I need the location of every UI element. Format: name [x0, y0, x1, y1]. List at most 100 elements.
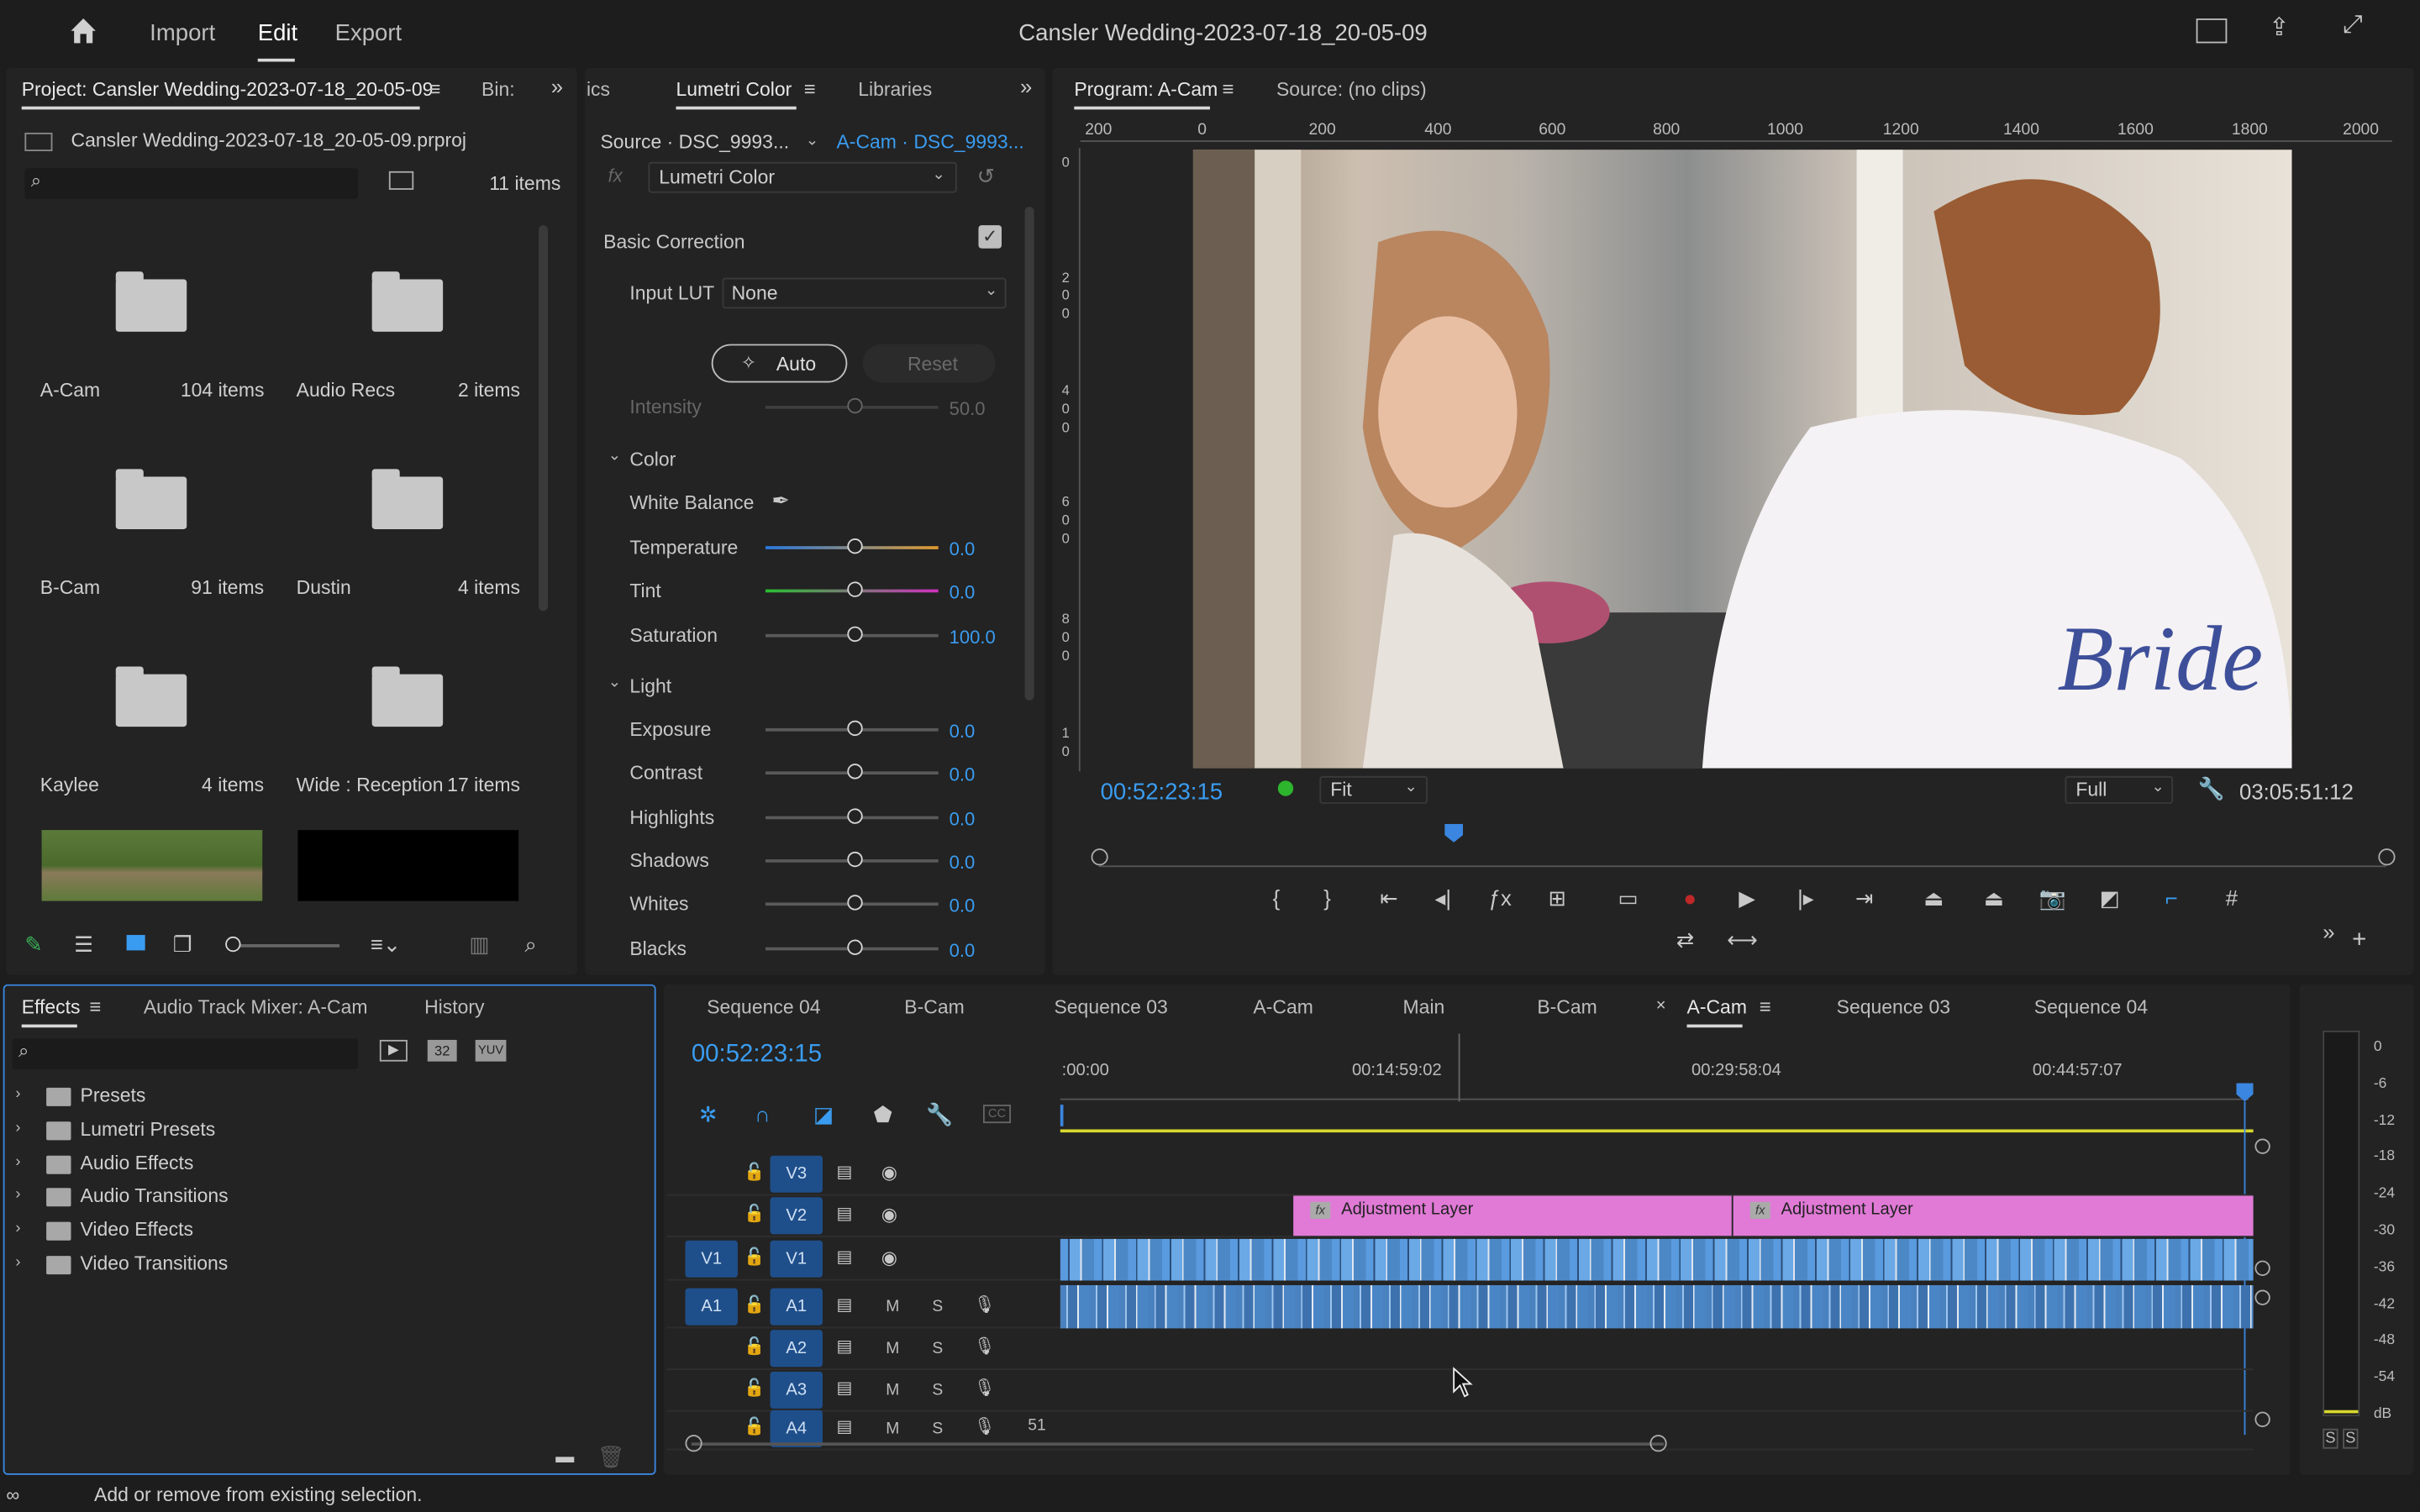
find-icon[interactable]	[388, 171, 414, 190]
expand-arrow-icon[interactable]: ›	[15, 1254, 20, 1271]
step-forward-icon[interactable]: |▸	[1791, 885, 1822, 911]
eye-icon[interactable]: ◉	[881, 1162, 897, 1184]
slider-value[interactable]: 100.0	[950, 626, 996, 648]
microphone-icon[interactable]: 🎙	[974, 1336, 996, 1356]
fx-toggle-icon[interactable]: ƒx	[1485, 885, 1516, 910]
safe-margins-icon[interactable]: ▭	[1612, 885, 1644, 911]
lumetri-menu-icon[interactable]: ≡	[804, 77, 816, 101]
effects-tree-item[interactable]: Video Effects	[81, 1219, 193, 1241]
more-tabs-icon[interactable]: »	[551, 74, 563, 98]
tab-project[interactable]: Project: Cansler Wedding-2023-07-18_20-0…	[22, 79, 434, 101]
effects-menu-icon[interactable]: ≡	[90, 995, 102, 1019]
solo-button[interactable]: S	[932, 1298, 943, 1316]
folder-icon[interactable]	[371, 469, 444, 529]
lock-icon[interactable]: 🔓	[744, 1294, 765, 1315]
tab-sequence[interactable]: B-Cam	[1537, 997, 1597, 1019]
zoom-slider-knob[interactable]	[225, 936, 241, 953]
microphone-icon[interactable]: 🎙	[974, 1294, 996, 1315]
a1-clips[interactable]	[1060, 1284, 2254, 1329]
play-icon[interactable]: ▶	[1732, 885, 1763, 911]
wrench-icon[interactable]: 🔧	[2197, 776, 2224, 802]
tab-source[interactable]: Source: (no clips)	[1276, 79, 1427, 101]
lock-icon[interactable]: 🔓	[744, 1416, 765, 1436]
solo-button-right[interactable]: S	[2343, 1428, 2359, 1449]
slider-knob[interactable]	[847, 938, 863, 954]
nav-import[interactable]: Import	[150, 20, 215, 46]
tab-audio-track-mixer[interactable]: Audio Track Mixer: A-Cam	[144, 997, 368, 1019]
expand-arrow-icon[interactable]: ›	[15, 1187, 20, 1204]
go-to-out-icon[interactable]: ⇥	[1849, 885, 1880, 911]
project-scrollbar[interactable]	[539, 225, 549, 612]
lock-icon[interactable]: 🔓	[744, 1336, 765, 1356]
mute-button[interactable]: M	[886, 1339, 899, 1357]
multicam-icon[interactable]: ⊞	[1542, 885, 1573, 911]
step-back-icon[interactable]: ◂|	[1428, 885, 1459, 911]
sequence-menu-icon[interactable]: ≡	[1760, 995, 1771, 1019]
microphone-icon[interactable]: 🎙	[974, 1378, 996, 1398]
effects-tree-item[interactable]: Lumetri Presets	[81, 1118, 216, 1140]
mute-button[interactable]: M	[886, 1420, 899, 1438]
close-tab-icon[interactable]: ×	[1656, 997, 1666, 1016]
vscroll-handle-4[interactable]	[2254, 1411, 2270, 1427]
icon-view-icon[interactable]	[126, 935, 145, 951]
captions-icon[interactable]: CC	[982, 1105, 1012, 1124]
slider-knob[interactable]	[847, 720, 863, 737]
find-small-icon[interactable]: ⌕	[524, 932, 536, 958]
add-button-icon[interactable]: +	[2352, 927, 2366, 955]
slider-value[interactable]: 0.0	[950, 808, 976, 830]
automate-icon[interactable]: ▥	[469, 932, 489, 958]
panel-menu-icon[interactable]: ≡	[429, 77, 441, 101]
slider-value[interactable]: 0.0	[950, 895, 976, 917]
expand-arrow-icon[interactable]: ›	[15, 1086, 20, 1103]
hscroll-left-handle[interactable]	[685, 1435, 702, 1452]
basic-correction-header[interactable]: Basic Correction	[603, 232, 744, 254]
eyedropper-icon[interactable]: ✒	[771, 487, 790, 513]
bin-name[interactable]: Audio Recs	[297, 380, 395, 402]
timeline-timecode[interactable]: 00:52:23:15	[692, 1042, 822, 1069]
vscroll-handle-3[interactable]	[2254, 1289, 2270, 1305]
share-icon[interactable]: ⇪	[2269, 13, 2290, 44]
folder-icon[interactable]	[371, 666, 444, 727]
track-target[interactable]: V2	[770, 1197, 823, 1235]
microphone-icon[interactable]: 🎙	[974, 1416, 996, 1436]
sync-lock-icon[interactable]: ▤	[836, 1247, 852, 1267]
sync-lock-icon[interactable]: ▤	[836, 1336, 852, 1356]
lift-icon[interactable]: ⏏	[1918, 885, 1949, 911]
grid-icon[interactable]: #	[2217, 885, 2248, 910]
effects-tree-item[interactable]: Presets	[81, 1084, 146, 1106]
add-marker-icon[interactable]: ⬟	[874, 1101, 892, 1127]
eye-icon[interactable]: ◉	[881, 1247, 897, 1268]
more-buttons-icon[interactable]: »	[2323, 920, 2334, 944]
slider-value[interactable]: 0.0	[950, 939, 976, 961]
track-target[interactable]: A4	[770, 1410, 823, 1447]
slider-value[interactable]: 0.0	[950, 582, 976, 604]
basic-correction-checkbox[interactable]: ✓	[978, 225, 1002, 249]
folder-icon[interactable]	[371, 271, 444, 332]
solo-button[interactable]: S	[932, 1339, 943, 1357]
slider-value[interactable]: 0.0	[950, 721, 976, 743]
video-frame[interactable]: Bride	[1192, 150, 2292, 769]
program-menu-icon[interactable]: ≡	[1223, 77, 1234, 101]
accelerated-effects-icon[interactable]: ▶	[379, 1039, 408, 1062]
lock-icon[interactable]: 🔓	[744, 1247, 765, 1267]
source-dropdown-icon[interactable]: ⌄	[806, 133, 818, 150]
tab-sequence[interactable]: Main	[1403, 997, 1445, 1019]
reset-effect-icon[interactable]: ↺	[977, 164, 996, 190]
folder-icon[interactable]	[115, 271, 187, 332]
slider-knob[interactable]	[847, 625, 863, 642]
track-target[interactable]: V3	[770, 1155, 823, 1193]
more-tabs-icon-2[interactable]: »	[1020, 74, 1032, 98]
work-area-bar[interactable]	[1060, 1129, 2254, 1133]
vscroll-handle-2[interactable]	[2254, 1260, 2270, 1276]
bin-name[interactable]: Wide : Reception	[297, 774, 444, 796]
go-to-in-icon[interactable]: ⇤	[1374, 885, 1405, 911]
yuv-effects-icon[interactable]: YUV	[475, 1039, 507, 1062]
mark-in-icon[interactable]: {	[1261, 885, 1292, 910]
sort-icon[interactable]: ≡⌄	[371, 932, 402, 958]
effects-search-input[interactable]	[12, 1038, 359, 1069]
solo-button-left[interactable]: S	[2323, 1428, 2338, 1449]
sync-lock-icon[interactable]: ▤	[836, 1378, 852, 1398]
bin-name[interactable]: Kaylee	[40, 774, 99, 796]
playhead-timecode[interactable]: 00:52:23:15	[1101, 780, 1223, 806]
thumbnail-bench[interactable]	[41, 830, 263, 901]
